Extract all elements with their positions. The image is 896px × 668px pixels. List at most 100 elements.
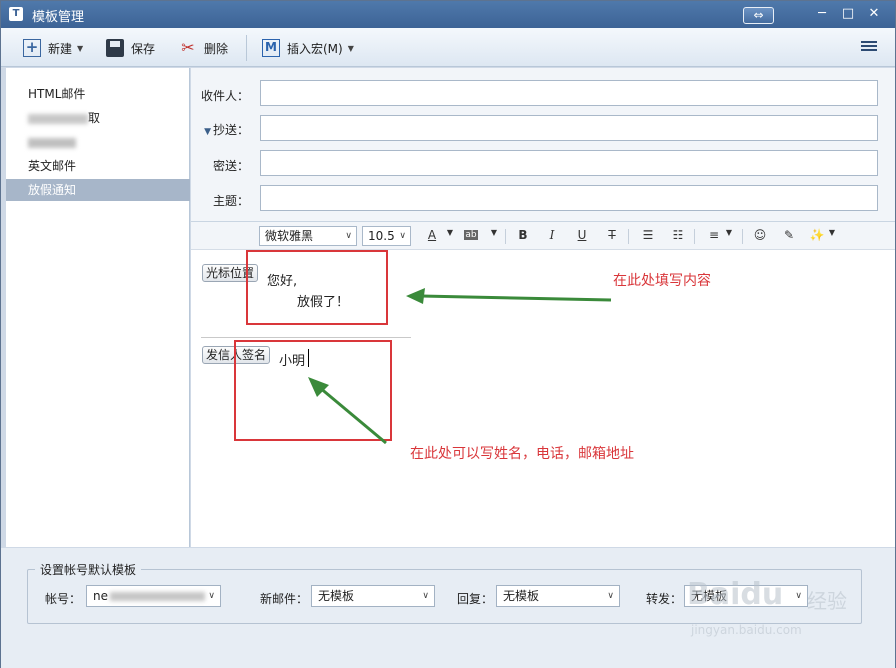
template-item-html[interactable]: HTML邮件 (6, 83, 190, 105)
to-input[interactable] (260, 80, 878, 106)
strikethrough-icon[interactable]: T (604, 228, 620, 242)
switch-mode-button[interactable]: ⇔ (743, 7, 774, 24)
subject-input[interactable] (260, 185, 878, 211)
new-mail-label: 新邮件： (260, 592, 309, 606)
chevron-down-icon: ▼ (347, 43, 354, 53)
editor-pane: 收件人： ▼ 抄送： 密送： 主题： 微软雅黑 ∨ 10.5 ∨ A ▼ ab ▼ B… (191, 68, 895, 547)
annotation-arrows (308, 288, 612, 445)
subject-label: 主题： (212, 194, 249, 208)
magic-wand-icon[interactable]: ✨ (809, 228, 825, 242)
template-item-blurred-1[interactable]: 取 (6, 107, 190, 129)
close-button[interactable]: ✕ (864, 5, 884, 23)
chevron-down-icon[interactable]: ▼ (486, 228, 502, 237)
chevron-down-icon: ∨ (399, 231, 406, 241)
chevron-down-icon[interactable]: ▼ (442, 228, 458, 237)
chevron-down-icon: ∨ (607, 591, 614, 601)
toolbar: + 新建 ▼ 保存 ✂ 删除 M 插入宏(M) ▼ (1, 28, 895, 67)
arrow-line-signature (318, 385, 387, 445)
blurred-text (110, 592, 205, 601)
save-disk-icon (106, 39, 124, 57)
italic-icon[interactable]: I (544, 228, 560, 242)
format-divider (628, 229, 629, 244)
address-fields: 收件人： ▼ 抄送： 密送： 主题： (191, 68, 895, 222)
format-toolbar: 微软雅黑 ∨ 10.5 ∨ A ▼ ab ▼ B I U T ☰ ☷ ≡ ▼ ☺ ✎… (191, 222, 895, 250)
new-label: 新建 (48, 41, 73, 56)
chevron-down-icon[interactable]: ▼ (721, 228, 737, 237)
highlight-color-icon[interactable]: ab (464, 230, 478, 240)
cc-label: 抄送： (212, 123, 249, 137)
chevron-down-icon: ∨ (345, 231, 352, 241)
format-divider (694, 229, 695, 244)
insert-macro-button[interactable]: M 插入宏(M) ▼ (262, 37, 354, 59)
watermark-brand-cn: 经验 (807, 589, 847, 613)
to-label: 收件人： (200, 89, 249, 103)
format-divider (742, 229, 743, 244)
maximize-button[interactable]: □ (838, 5, 858, 23)
numbered-list-icon[interactable]: ☷ (670, 228, 686, 242)
bcc-input[interactable] (260, 150, 878, 176)
blurred-text (28, 113, 88, 124)
delete-label: 删除 (204, 41, 229, 56)
arrow-line-content (420, 294, 612, 302)
save-button[interactable]: 保存 (106, 37, 155, 59)
minimize-button[interactable]: ─ (812, 5, 832, 23)
template-manager-window: T 模板管理 ⇔ ─ □ ✕ + 新建 ▼ 保存 ✂ 删除 M 插入宏(M) ▼… (0, 0, 896, 668)
template-item-blurred-2[interactable] (6, 131, 190, 153)
font-size-select[interactable]: 10.5 ∨ (362, 226, 411, 246)
font-family-select[interactable]: 微软雅黑 ∨ (259, 226, 357, 246)
expand-triangle-icon[interactable]: ▼ (204, 127, 211, 137)
arrow-head-content (406, 288, 425, 304)
delete-button[interactable]: ✂ 删除 (179, 37, 228, 59)
cc-input[interactable] (260, 115, 878, 141)
blurred-text (28, 137, 76, 148)
account-value: ne (93, 589, 108, 603)
new-button[interactable]: + 新建 ▼ (23, 37, 83, 59)
template-item-label: 放假通知 (28, 183, 77, 197)
watermark-url: jingyan.baidu.com (691, 623, 802, 637)
account-label: 帐号： (45, 592, 82, 606)
body-editor[interactable]: 光标位置 您好, 放假了！ 发信人签名 小明 在此处填写内容 在此处可以写姓名，… (191, 250, 895, 547)
cc-label-wrap[interactable]: ▼ 抄送： (191, 121, 249, 138)
bold-icon[interactable]: B (515, 228, 531, 242)
font-size-value: 10.5 (368, 229, 395, 243)
delete-icon: ✂ (181, 38, 195, 57)
insert-macro-label: 插入宏(M) (287, 41, 343, 56)
format-divider (505, 229, 506, 244)
chevron-down-icon: ∨ (208, 591, 215, 601)
reply-value: 无模板 (503, 589, 540, 603)
account-select[interactable]: ne ∨ (86, 585, 221, 607)
menu-list-icon[interactable] (861, 39, 877, 55)
bcc-label: 密送： (212, 159, 249, 173)
template-item-english[interactable]: 英文邮件 (6, 155, 190, 177)
template-item-label: 英文邮件 (28, 159, 77, 173)
baidu-jingyan-watermark: Baidu 经验 jingyan.baidu.com (687, 571, 877, 651)
save-label: 保存 (131, 41, 156, 56)
new-mail-template-select[interactable]: 无模板 ∨ (311, 585, 435, 607)
template-item-label: HTML邮件 (28, 87, 86, 101)
template-list: HTML邮件 取 英文邮件 放假通知 (6, 68, 190, 547)
reply-template-select[interactable]: 无模板 ∨ (496, 585, 620, 607)
window-title: 模板管理 (32, 10, 85, 25)
new-mail-value: 无模板 (318, 589, 355, 603)
annotation-signature-info: 在此处可以写姓名，电话，邮箱地址 (410, 446, 634, 462)
plus-icon: + (23, 39, 41, 57)
chevron-down-icon[interactable]: ▼ (77, 44, 83, 53)
template-item-holiday[interactable]: 放假通知 (6, 179, 190, 201)
clear-format-icon[interactable]: ✎ (781, 228, 797, 242)
bullet-list-icon[interactable]: ☰ (640, 228, 656, 242)
align-icon[interactable]: ≡ (706, 228, 722, 242)
reply-label: 回复： (457, 592, 494, 606)
emoji-icon[interactable]: ☺ (752, 228, 768, 242)
template-item-label: 取 (88, 111, 101, 125)
annotation-fill-content: 在此处填写内容 (613, 273, 711, 289)
font-family-value: 微软雅黑 (265, 229, 314, 243)
forward-label: 转发： (646, 592, 683, 606)
template-app-icon: T (9, 7, 23, 21)
title-bar: T 模板管理 ⇔ ─ □ ✕ (1, 1, 895, 28)
underline-icon[interactable]: U (574, 228, 590, 242)
font-color-icon[interactable]: A (424, 228, 440, 242)
watermark-brand: Baidu (687, 577, 784, 612)
group-title: 设置帐号默认模板 (35, 561, 142, 578)
macro-icon: M (262, 39, 280, 57)
chevron-down-icon[interactable]: ▼ (824, 228, 840, 237)
